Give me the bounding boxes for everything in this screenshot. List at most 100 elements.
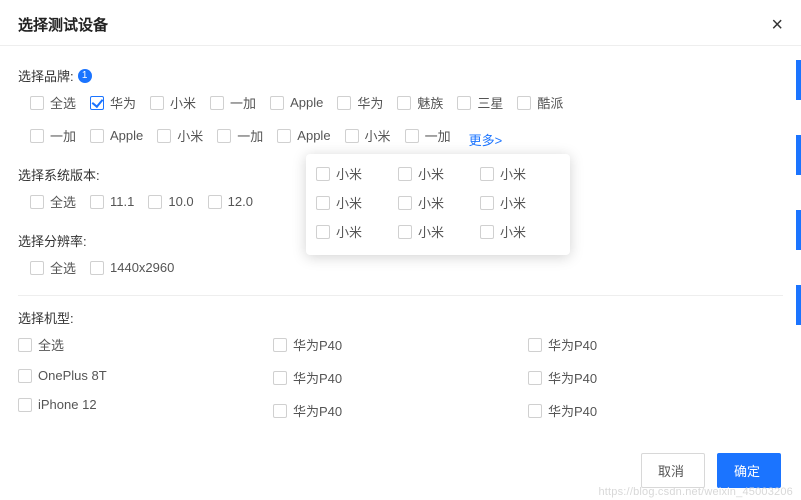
brand-checkbox-1[interactable]: 华为 <box>90 93 136 112</box>
confirm-button[interactable]: 确定 <box>717 453 781 488</box>
checkbox-icon <box>405 129 419 143</box>
model-checkbox-1[interactable]: 华为P40 <box>273 368 342 387</box>
checkbox-label: 小米 <box>177 126 203 145</box>
brand-more-popover: 小米小米小米小米小米小米小米小米小米 <box>306 154 570 255</box>
brand-checkbox-2[interactable]: 小米 <box>150 93 196 112</box>
checkbox-icon <box>90 129 104 143</box>
brand-checkbox-7[interactable]: 三星 <box>457 93 503 112</box>
dialog-title: 选择测试设备 <box>18 14 108 35</box>
checkbox-icon <box>316 167 330 181</box>
checkbox-icon <box>270 96 284 110</box>
dialog-footer: 取消 确定 <box>641 453 781 488</box>
checkbox-label: 一加 <box>237 126 263 145</box>
checkbox-icon <box>398 196 412 210</box>
brand-more-link[interactable]: 更多> <box>469 130 503 149</box>
brand-checkbox-0[interactable]: 一加 <box>30 126 76 145</box>
model-label: 选择机型: <box>18 308 783 327</box>
checkbox-label: 华为P40 <box>548 335 597 354</box>
popover-checkbox-2-0[interactable]: 小米 <box>316 222 394 241</box>
edge-marker <box>796 60 801 100</box>
checkbox-icon <box>528 338 542 352</box>
brand-checkbox-5[interactable]: 华为 <box>337 93 383 112</box>
model-checkbox-2[interactable]: 华为P40 <box>528 401 597 420</box>
checkbox-icon <box>480 196 494 210</box>
brand-row-1: 全选华为小米一加Apple华为魅族三星酷派 <box>18 93 783 120</box>
checkbox-icon <box>210 96 224 110</box>
checkbox-label: 一加 <box>230 93 256 112</box>
checkbox-label: 10.0 <box>168 194 193 209</box>
checkbox-icon <box>345 129 359 143</box>
checkbox-icon <box>273 371 287 385</box>
brand-checkbox-1[interactable]: Apple <box>90 128 143 143</box>
brand-checkbox-3[interactable]: 一加 <box>217 126 263 145</box>
os-checkbox-1[interactable]: 11.1 <box>90 194 134 209</box>
popover-checkbox-2-2[interactable]: 小米 <box>480 222 558 241</box>
model-checkbox-2[interactable]: iPhone 12 <box>18 397 97 412</box>
popover-checkbox-0-2[interactable]: 小米 <box>480 164 558 183</box>
checkbox-icon <box>18 398 32 412</box>
checkbox-label: 一加 <box>425 126 451 145</box>
model-checkbox-1[interactable]: 华为P40 <box>528 368 597 387</box>
checkbox-label: 小米 <box>500 164 526 183</box>
checkbox-label: 小米 <box>500 222 526 241</box>
model-checkbox-0[interactable]: 华为P40 <box>273 335 342 354</box>
resolution-checkbox-0[interactable]: 全选 <box>30 258 76 277</box>
os-checkbox-3[interactable]: 12.0 <box>208 194 253 209</box>
popover-checkbox-1-1[interactable]: 小米 <box>398 193 476 212</box>
divider <box>18 295 783 296</box>
checkbox-label: 三星 <box>477 93 503 112</box>
checkbox-label: 全选 <box>50 258 76 277</box>
model-checkbox-1[interactable]: OnePlus 8T <box>18 368 107 383</box>
popover-checkbox-1-0[interactable]: 小米 <box>316 193 394 212</box>
checkbox-icon <box>30 96 44 110</box>
checkbox-label: 小米 <box>336 193 362 212</box>
close-icon[interactable]: × <box>771 15 783 35</box>
checkbox-label: iPhone 12 <box>38 397 97 412</box>
checkbox-icon <box>480 225 494 239</box>
checkbox-icon <box>528 404 542 418</box>
cancel-button[interactable]: 取消 <box>641 453 705 488</box>
os-checkbox-0[interactable]: 全选 <box>30 192 76 211</box>
model-col-3: 华为P40 华为P40 华为P40 <box>528 335 783 434</box>
resolution-row: 全选 1440x2960 <box>18 258 783 285</box>
checkbox-icon <box>397 96 411 110</box>
brand-checkbox-2[interactable]: 小米 <box>157 126 203 145</box>
checkbox-label: 酷派 <box>537 93 563 112</box>
edge-marker <box>796 285 801 325</box>
checkbox-icon <box>273 338 287 352</box>
model-columns: 全选 OnePlus 8T iPhone 12 华为P40 华为P40 华为P40 华为… <box>18 335 783 434</box>
checkbox-icon <box>457 96 471 110</box>
checkbox-label: 华为P40 <box>293 335 342 354</box>
checkbox-icon <box>273 404 287 418</box>
resolution-checkbox-1[interactable]: 1440x2960 <box>90 260 174 275</box>
dialog-content: 选择品牌: 全选华为小米一加Apple华为魅族三星酷派 一加Apple小米一加A… <box>0 46 801 434</box>
checkbox-label: 12.0 <box>228 194 253 209</box>
brand-checkbox-6[interactable]: 一加 <box>405 126 451 145</box>
checkbox-label: 小米 <box>418 193 444 212</box>
model-checkbox-0[interactable]: 全选 <box>18 335 64 354</box>
checkbox-icon <box>217 129 231 143</box>
model-checkbox-2[interactable]: 华为P40 <box>273 401 342 420</box>
brand-checkbox-4[interactable]: Apple <box>277 128 330 143</box>
checkbox-label: 华为 <box>110 93 136 112</box>
brand-checkbox-3[interactable]: 一加 <box>210 93 256 112</box>
checkbox-label: 11.1 <box>110 194 134 209</box>
checkbox-label: 小米 <box>170 93 196 112</box>
checkbox-icon <box>480 167 494 181</box>
checkbox-icon <box>30 261 44 275</box>
brand-checkbox-0[interactable]: 全选 <box>30 93 76 112</box>
popover-checkbox-2-1[interactable]: 小米 <box>398 222 476 241</box>
brand-checkbox-8[interactable]: 酷派 <box>517 93 563 112</box>
checkbox-icon <box>277 129 291 143</box>
os-checkbox-2[interactable]: 10.0 <box>148 194 193 209</box>
checkbox-label: 全选 <box>38 335 64 354</box>
brand-checkbox-4[interactable]: Apple <box>270 95 323 110</box>
popover-checkbox-0-1[interactable]: 小米 <box>398 164 476 183</box>
edge-marker <box>796 210 801 250</box>
popover-checkbox-1-2[interactable]: 小米 <box>480 193 558 212</box>
popover-checkbox-0-0[interactable]: 小米 <box>316 164 394 183</box>
checkbox-icon <box>208 195 222 209</box>
model-checkbox-0[interactable]: 华为P40 <box>528 335 597 354</box>
brand-checkbox-5[interactable]: 小米 <box>345 126 391 145</box>
brand-checkbox-6[interactable]: 魅族 <box>397 93 443 112</box>
